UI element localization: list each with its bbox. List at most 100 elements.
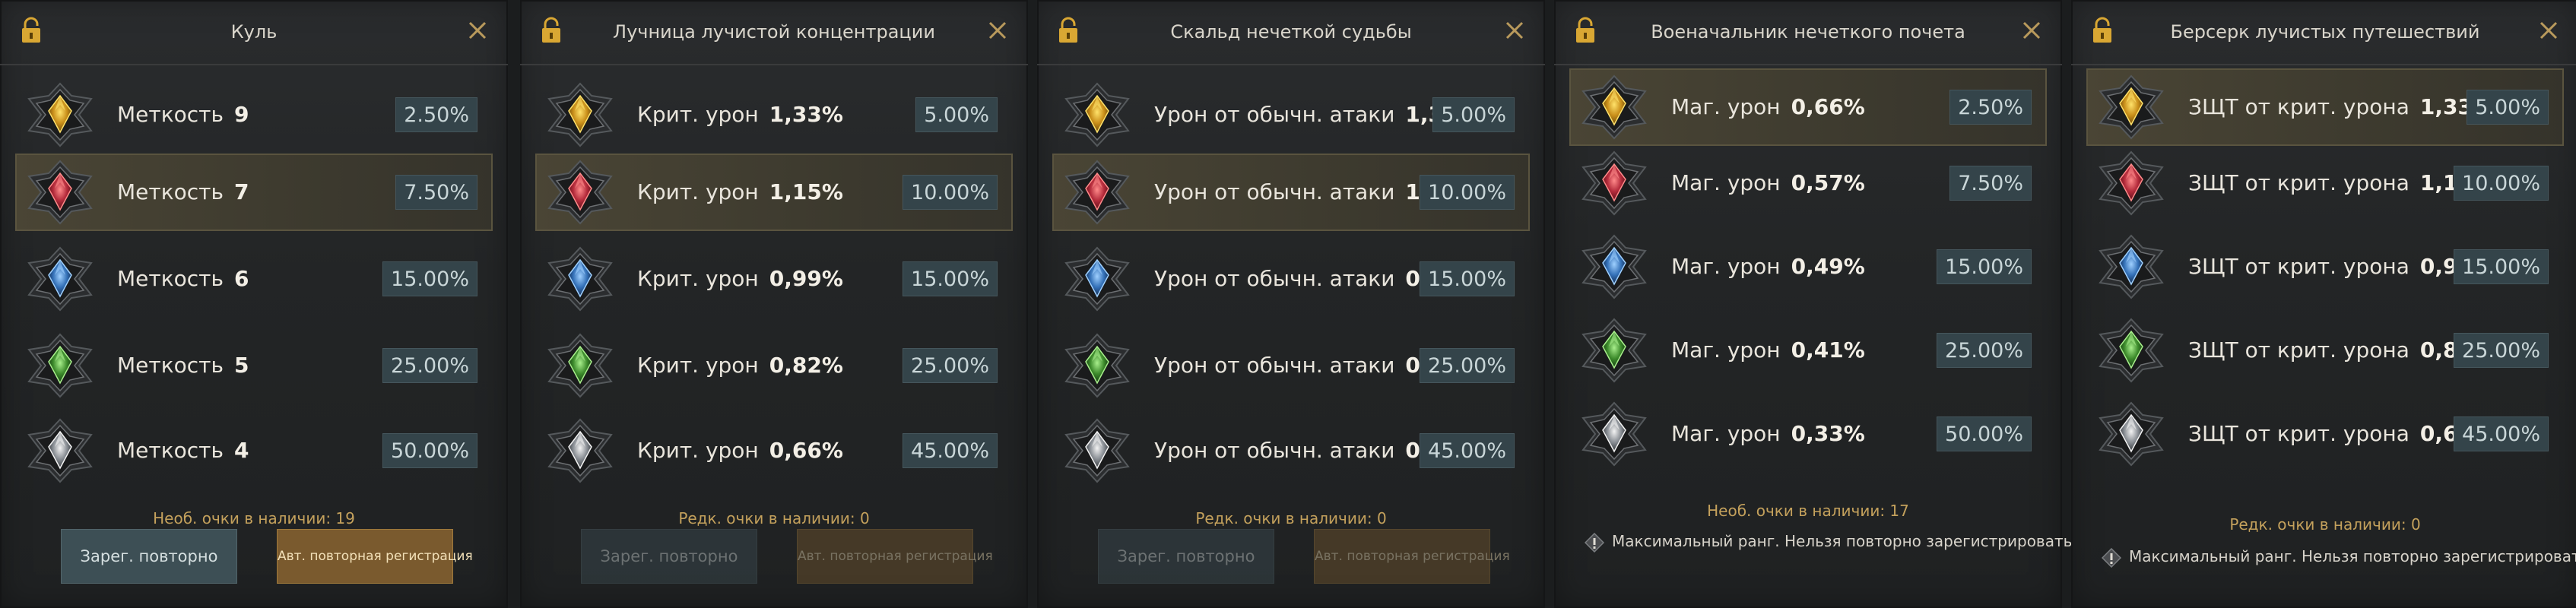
stat-value: 0,66% <box>1791 94 1865 119</box>
points-available: Необ. очки в наличии: 19 <box>153 509 355 527</box>
blue-gem-icon <box>1064 246 1130 312</box>
blue-gem-icon <box>1581 234 1647 299</box>
chance-badge: 25.00% <box>1937 333 2032 368</box>
close-icon[interactable] <box>985 18 1010 43</box>
lock-icon[interactable] <box>540 17 563 44</box>
engraving-option-row[interactable]: Урон от обычн. атаки0,66%45.00% <box>1052 412 1530 489</box>
panel-title: Военачальник нечеткого почета <box>1651 21 1965 43</box>
chance-badge: 50.00% <box>1937 416 2032 451</box>
engraving-option-row[interactable]: Крит. урон 0,66% 45.00% <box>535 412 1013 489</box>
engraving-option-row[interactable]: Урон от обычн. атаки0,82%25.00% <box>1052 327 1530 404</box>
engraving-option-row[interactable]: ЗЩТ от крит. урона0,66%45.00% <box>2086 395 2564 473</box>
engraving-option-row[interactable]: Крит. урон 0,99% 15.00% <box>535 240 1013 318</box>
blue-gem-icon <box>547 246 613 312</box>
lock-icon[interactable] <box>1057 17 1080 44</box>
chance-badge: 25.00% <box>1420 348 1515 383</box>
stat-label: Меткость 4 <box>117 438 249 463</box>
stat-value: 0,66% <box>769 438 843 463</box>
close-icon[interactable] <box>2536 18 2561 43</box>
engraving-option-row[interactable]: ЗЩТ от крит. урона0,99%15.00% <box>2086 228 2564 306</box>
reregister-button[interactable]: Зарег. повторно <box>61 529 237 584</box>
engraving-option-row[interactable]: Маг. урон 0,33% 50.00% <box>1569 395 2047 473</box>
green-gem-icon <box>1581 318 1647 383</box>
chance-badge: 2.50% <box>1949 90 2032 125</box>
stat-name: Маг. урон <box>1671 170 1781 195</box>
points-available: Редк. очки в наличии: 0 <box>678 509 870 527</box>
green-gem-icon <box>2099 318 2164 383</box>
engraving-option-row[interactable]: ЗЩТ от крит. урона 1,33% 5.00% <box>2086 68 2564 146</box>
stat-name: Меткость <box>117 438 224 463</box>
reregister-button[interactable]: Зарег. повторно <box>581 529 757 584</box>
stat-value: 0,57% <box>1791 170 1865 195</box>
stat-label: Меткость 6 <box>117 266 249 291</box>
stat-value: 9 <box>233 102 249 127</box>
engraving-option-row[interactable]: Меткость 5 25.00% <box>15 327 493 404</box>
stat-name: Урон от обычн. атаки <box>1154 353 1395 378</box>
auto-reregister-button[interactable]: Авт. повторная регистрация <box>277 529 473 584</box>
stat-value: 4 <box>233 438 249 463</box>
blue-gem-icon <box>2099 234 2164 299</box>
panel-header: Берсерк лучистых путешествий <box>2071 0 2576 65</box>
stat-label: Крит. урон 0,99% <box>637 266 843 291</box>
lock-icon[interactable] <box>2091 17 2114 44</box>
chance-badge: 15.00% <box>382 261 477 296</box>
engraving-option-row[interactable]: Маг. урон 0,49% 15.00% <box>1569 228 2047 306</box>
engraving-panel: Куль Меткость 9 2.50% Меткость 7 7.50% М… <box>0 0 508 608</box>
stat-name: Маг. урон <box>1671 94 1781 119</box>
close-icon[interactable] <box>1502 18 1527 43</box>
engraving-option-row[interactable]: Урон от обычн. атаки1,33%5.00% <box>1052 76 1530 154</box>
chance-badge: 10.00% <box>903 175 998 210</box>
lock-icon[interactable] <box>1574 17 1597 44</box>
stat-name: ЗЩТ от крит. урона <box>2188 170 2409 195</box>
engraving-option-row[interactable]: ЗЩТ от крит. урона1,15%10.00% <box>2086 144 2564 222</box>
panel-header: Куль <box>0 0 508 65</box>
stat-label: Маг. урон 0,49% <box>1671 254 1865 279</box>
silver-gem-icon <box>1064 418 1130 483</box>
stat-name: Крит. урон <box>637 353 759 378</box>
panel-header: Военачальник нечеткого почета <box>1554 0 2062 65</box>
engraving-panels: Куль Меткость 9 2.50% Меткость 7 7.50% М… <box>0 0 2576 608</box>
points-available: Редк. очки в наличии: 0 <box>2229 515 2421 534</box>
engraving-option-row[interactable]: Меткость 4 50.00% <box>15 412 493 489</box>
silver-gem-icon <box>1581 401 1647 467</box>
engraving-option-row[interactable]: Меткость 6 15.00% <box>15 240 493 318</box>
gold-gem-icon <box>1064 82 1130 147</box>
engraving-option-row[interactable]: Крит. урон 1,33% 5.00% <box>535 76 1013 154</box>
silver-gem-icon <box>2099 401 2164 467</box>
lock-icon[interactable] <box>20 17 43 44</box>
stat-name: Крит. урон <box>637 438 759 463</box>
engraving-option-row[interactable]: Меткость 7 7.50% <box>15 154 493 231</box>
engraving-option-row[interactable]: Меткость 9 2.50% <box>15 76 493 154</box>
stat-value: 0,41% <box>1791 337 1865 363</box>
points-available: Необ. очки в наличии: 17 <box>1707 502 1909 520</box>
close-icon[interactable] <box>465 18 490 43</box>
chance-badge: 45.00% <box>2454 416 2549 451</box>
auto-reregister-button[interactable]: Авт. повторная регистрация <box>1314 529 1510 584</box>
panel-title: Берсерк лучистых путешествий <box>2170 21 2480 43</box>
engraving-option-row[interactable]: Урон от обычн. атаки0,99%15.00% <box>1052 240 1530 318</box>
chance-badge: 5.00% <box>1432 97 1515 132</box>
engraving-panel: Военачальник нечеткого почета Маг. урон 0… <box>1554 0 2077 608</box>
auto-reregister-button[interactable]: Авт. повторная регистрация <box>797 529 993 584</box>
engraving-option-row[interactable]: ЗЩТ от крит. урона0,82%25.00% <box>2086 312 2564 389</box>
chance-badge: 25.00% <box>2454 333 2549 368</box>
gold-gem-icon <box>1581 74 1647 140</box>
max-rank-text: Максимальный ранг. Нельзя повторно зарег… <box>1612 532 2077 550</box>
stat-name: Меткость <box>117 266 224 291</box>
engraving-option-row[interactable]: Маг. урон 0,66% 2.50% <box>1569 68 2047 146</box>
close-icon[interactable] <box>2019 18 2044 43</box>
chance-badge: 10.00% <box>2454 166 2549 201</box>
engraving-option-row[interactable]: Урон от обычн. атаки1,15%10.00% <box>1052 154 1530 231</box>
stat-name: Крит. урон <box>637 266 759 291</box>
reregister-button[interactable]: Зарег. повторно <box>1098 529 1274 584</box>
chance-badge: 15.00% <box>2454 249 2549 284</box>
engraving-option-row[interactable]: Маг. урон 0,57% 7.50% <box>1569 144 2047 222</box>
stat-label: Крит. урон 1,15% <box>637 179 843 204</box>
points-available: Редк. очки в наличии: 0 <box>1195 509 1387 527</box>
engraving-option-row[interactable]: Крит. урон 0,82% 25.00% <box>535 327 1013 404</box>
stat-label: Маг. урон 0,33% <box>1671 421 1865 446</box>
engraving-option-row[interactable]: Маг. урон 0,41% 25.00% <box>1569 312 2047 389</box>
stat-name: ЗЩТ от крит. урона <box>2188 337 2409 363</box>
max-rank-note: Максимальный ранг. Нельзя повторно зарег… <box>1584 532 2077 553</box>
engraving-option-row[interactable]: Крит. урон 1,15% 10.00% <box>535 154 1013 231</box>
